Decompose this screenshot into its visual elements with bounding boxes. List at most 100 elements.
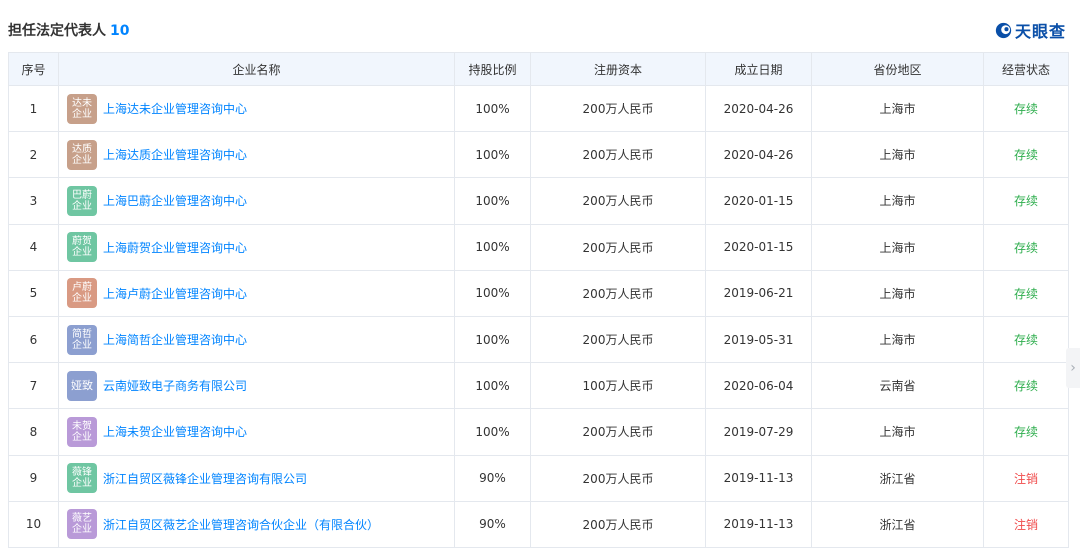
company-name-wrap: 娅致 云南娅致电子商务有限公司 [67,370,454,401]
company-link[interactable]: 上海巴蔚企业管理咨询中心 [103,192,247,209]
table-row: 3 巴蔚企业 上海巴蔚企业管理咨询中心 100% 200万人民币 2020-01-15 上海… [8,177,1069,225]
company-name-wrap: 简哲企业 上海简哲企业管理咨询中心 [67,324,454,355]
founding-date: 2020-04-26 [705,84,812,133]
company-name-cell: 达未企业 上海达未企业管理咨询中心 [58,84,455,133]
registered-capital: 200万人民币 [530,408,706,456]
registered-capital: 200万人民币 [530,131,706,179]
table-header-row: 序号 企业名称 持股比例 注册资本 成立日期 省份地区 经营状态 [8,52,1069,86]
col-header-date: 成立日期 [705,52,812,86]
table-row: 1 达未企业 上海达未企业管理咨询中心 100% 200万人民币 2020-04-26 上海… [8,84,1069,133]
status-badge: 存续 [1013,102,1038,117]
company-logo[interactable]: 薇锋企业 [67,463,97,494]
company-logo[interactable]: 达质企业 [67,139,97,170]
operating-status-cell: 存续 [983,269,1069,317]
operating-status-cell: 存续 [983,362,1069,410]
table-row: 9 薇锋企业 浙江自贸区薇锋企业管理咨询有限公司 90% 200万人民币 2019-11-… [8,454,1069,502]
company-name-wrap: 达未企业 上海达未企业管理咨询中心 [67,93,454,124]
share-ratio: 100% [454,408,531,456]
section-header: 担任法定代表人 10 天眼查 [8,18,1068,42]
company-link[interactable]: 上海达未企业管理咨询中心 [103,100,247,117]
region: 上海市 [811,131,984,179]
company-name-wrap: 未贺企业 上海未贺企业管理咨询中心 [67,416,454,447]
founding-date: 2020-04-26 [705,131,812,179]
region: 上海市 [811,315,984,364]
company-name-cell: 娅致 云南娅致电子商务有限公司 [58,362,455,410]
operating-status-cell: 存续 [983,131,1069,179]
founding-date: 2020-01-15 [705,177,812,225]
row-index: 4 [8,223,59,271]
company-name-cell: 巴蔚企业 上海巴蔚企业管理咨询中心 [58,177,455,225]
company-logo[interactable]: 巴蔚企业 [67,185,97,216]
chevron-right-icon[interactable]: › [1066,348,1080,388]
share-ratio: 100% [454,84,531,133]
row-index: 3 [8,177,59,225]
company-logo[interactable]: 达未企业 [67,93,97,124]
company-link[interactable]: 浙江自贸区薇锋企业管理咨询有限公司 [103,470,307,487]
founding-date: 2019-06-21 [705,269,812,317]
row-index: 5 [8,269,59,317]
founding-date: 2019-11-13 [705,500,812,548]
registered-capital: 200万人民币 [530,500,706,548]
operating-status-cell: 存续 [983,223,1069,271]
company-logo[interactable]: 薇艺企业 [67,509,97,540]
table-row: 5 卢蔚企业 上海卢蔚企业管理咨询中心 100% 200万人民币 2019-06-21 上海… [8,269,1069,317]
status-badge: 存续 [1013,194,1038,209]
company-logo[interactable]: 卢蔚企业 [67,278,97,309]
operating-status-cell: 存续 [983,84,1069,133]
company-name-cell: 薇艺企业 浙江自贸区薇艺企业管理咨询合伙企业（有限合伙） [58,500,455,548]
share-ratio: 100% [454,315,531,364]
table-row: 10 薇艺企业 浙江自贸区薇艺企业管理咨询合伙企业（有限合伙） 90% 200万人民币 2… [8,500,1069,548]
col-header-share: 持股比例 [454,52,531,86]
status-badge: 存续 [1013,286,1038,301]
company-link[interactable]: 上海未贺企业管理咨询中心 [103,423,247,440]
region: 上海市 [811,408,984,456]
operating-status-cell: 存续 [983,315,1069,364]
company-link[interactable]: 上海蔚贺企业管理咨询中心 [103,239,247,256]
founding-date: 2019-05-31 [705,315,812,364]
col-header-capital: 注册资本 [530,52,706,86]
section-title-text: 担任法定代表人 [8,23,106,39]
company-link[interactable]: 浙江自贸区薇艺企业管理咨询合伙企业（有限合伙） [103,516,379,533]
founding-date: 2019-11-13 [705,454,812,502]
table-row: 2 达质企业 上海达质企业管理咨询中心 100% 200万人民币 2020-04-26 上海… [8,131,1069,179]
table-body: 1 达未企业 上海达未企业管理咨询中心 100% 200万人民币 2020-04-26 上海… [8,84,1069,548]
company-name-wrap: 薇艺企业 浙江自贸区薇艺企业管理咨询合伙企业（有限合伙） [67,509,454,540]
col-header-status: 经营状态 [983,52,1069,86]
table-row: 7 娅致 云南娅致电子商务有限公司 100% 100万人民币 2020-06-04 云南省存… [8,362,1069,410]
status-badge: 存续 [1013,379,1038,394]
region: 浙江省 [811,454,984,502]
company-name-wrap: 卢蔚企业 上海卢蔚企业管理咨询中心 [67,278,454,309]
company-logo[interactable]: 蔚贺企业 [67,232,97,263]
col-header-region: 省份地区 [811,52,984,86]
tianyancha-mark-icon [995,22,1012,38]
company-name-cell: 未贺企业 上海未贺企业管理咨询中心 [58,408,455,456]
company-name-wrap: 蔚贺企业 上海蔚贺企业管理咨询中心 [67,232,454,263]
company-name-wrap: 薇锋企业 浙江自贸区薇锋企业管理咨询有限公司 [67,463,454,494]
registered-capital: 200万人民币 [530,177,706,225]
company-link[interactable]: 上海卢蔚企业管理咨询中心 [103,285,247,302]
region: 上海市 [811,84,984,133]
status-badge: 存续 [1013,240,1038,255]
company-logo[interactable]: 简哲企业 [67,324,97,355]
table-row: 6 简哲企业 上海简哲企业管理咨询中心 100% 200万人民币 2019-05-31 上海… [8,315,1069,364]
col-header-index: 序号 [8,52,59,86]
region: 上海市 [811,223,984,271]
company-link[interactable]: 上海达质企业管理咨询中心 [103,146,247,163]
row-index: 1 [8,84,59,133]
share-ratio: 90% [454,500,531,548]
status-badge: 存续 [1013,148,1038,163]
registered-capital: 200万人民币 [530,84,706,133]
company-link[interactable]: 上海简哲企业管理咨询中心 [103,331,247,348]
registered-capital: 200万人民币 [530,223,706,271]
status-badge: 存续 [1013,425,1038,440]
company-name-cell: 薇锋企业 浙江自贸区薇锋企业管理咨询有限公司 [58,454,455,502]
row-index: 8 [8,408,59,456]
company-link[interactable]: 云南娅致电子商务有限公司 [103,377,247,394]
company-logo[interactable]: 娅致 [67,370,97,401]
company-name-cell: 蔚贺企业 上海蔚贺企业管理咨询中心 [58,223,455,271]
share-ratio: 100% [454,362,531,410]
status-badge: 注销 [1013,471,1038,486]
company-logo[interactable]: 未贺企业 [67,416,97,447]
table-row: 4 蔚贺企业 上海蔚贺企业管理咨询中心 100% 200万人民币 2020-01-15 上海… [8,223,1069,271]
company-table: 序号 企业名称 持股比例 注册资本 成立日期 省份地区 经营状态 1 达未企业 上海… [8,52,1069,548]
